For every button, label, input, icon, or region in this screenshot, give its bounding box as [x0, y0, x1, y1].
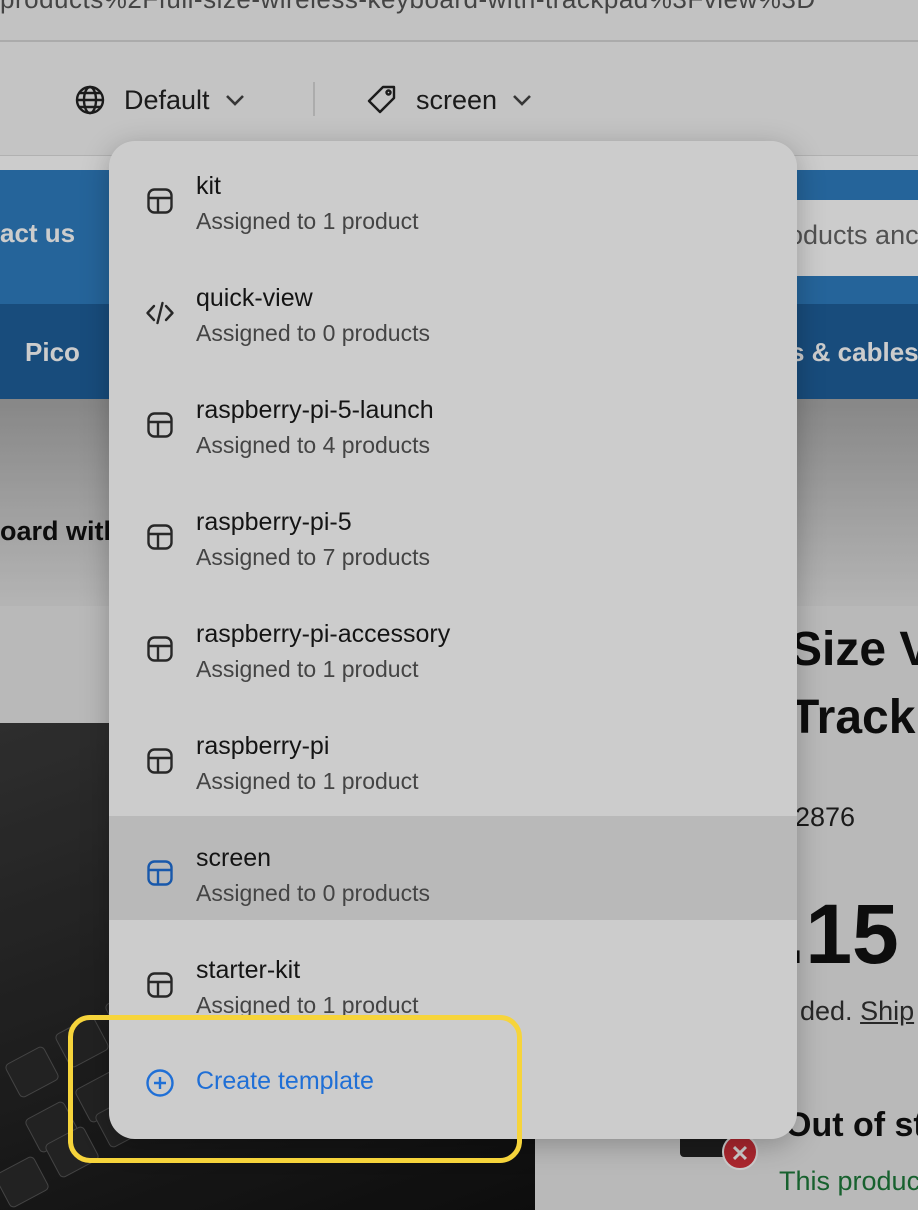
- template-option-name: kit: [196, 172, 221, 200]
- template-option-assigned: Assigned to 1 product: [196, 208, 419, 234]
- template-option-raspberry-pi-5-launch[interactable]: raspberry-pi-5-launch Assigned to 4 produ…: [109, 368, 797, 472]
- template-option-assigned: Assigned to 4 products: [196, 432, 430, 458]
- layout-template-icon: [145, 522, 175, 552]
- template-option-kit[interactable]: kit Assigned to 1 product: [109, 144, 797, 248]
- template-option-raspberry-pi-accessory[interactable]: raspberry-pi-accessory Assigned to 1 prod…: [109, 592, 797, 696]
- template-option-name: raspberry-pi-5: [196, 508, 352, 536]
- template-option-assigned: Assigned to 1 product: [196, 768, 419, 794]
- template-option-name: starter-kit: [196, 956, 301, 984]
- layout-template-icon: [145, 410, 175, 440]
- template-option-assigned: Assigned to 1 product: [196, 656, 419, 682]
- template-option-raspberry-pi-5[interactable]: raspberry-pi-5 Assigned to 7 products: [109, 480, 797, 584]
- layout-template-icon: [145, 858, 175, 888]
- template-option-name: raspberry-pi-5-launch: [196, 396, 434, 424]
- layout-template-icon: [145, 746, 175, 776]
- template-option-raspberry-pi[interactable]: raspberry-pi Assigned to 1 product: [109, 704, 797, 808]
- template-option-assigned: Assigned to 0 products: [196, 880, 430, 906]
- template-option-assigned: Assigned to 0 products: [196, 320, 430, 346]
- layout-template-icon: [145, 634, 175, 664]
- template-option-name: screen: [196, 844, 272, 872]
- code-icon: [145, 298, 175, 328]
- template-option-screen[interactable]: screen Assigned to 0 products: [109, 816, 797, 920]
- template-dropdown: kit Assigned to 1 product quick-view Assign…: [109, 141, 797, 1139]
- highlight-annotation: [68, 1015, 522, 1163]
- layout-template-icon: [145, 970, 175, 1000]
- template-option-quick-view[interactable]: quick-view Assigned to 0 products: [109, 256, 797, 360]
- template-option-name: raspberry-pi: [196, 732, 330, 760]
- template-option-assigned: Assigned to 7 products: [196, 544, 430, 570]
- template-option-name: raspberry-pi-accessory: [196, 620, 451, 648]
- template-option-name: quick-view: [196, 284, 313, 312]
- layout-template-icon: [145, 186, 175, 216]
